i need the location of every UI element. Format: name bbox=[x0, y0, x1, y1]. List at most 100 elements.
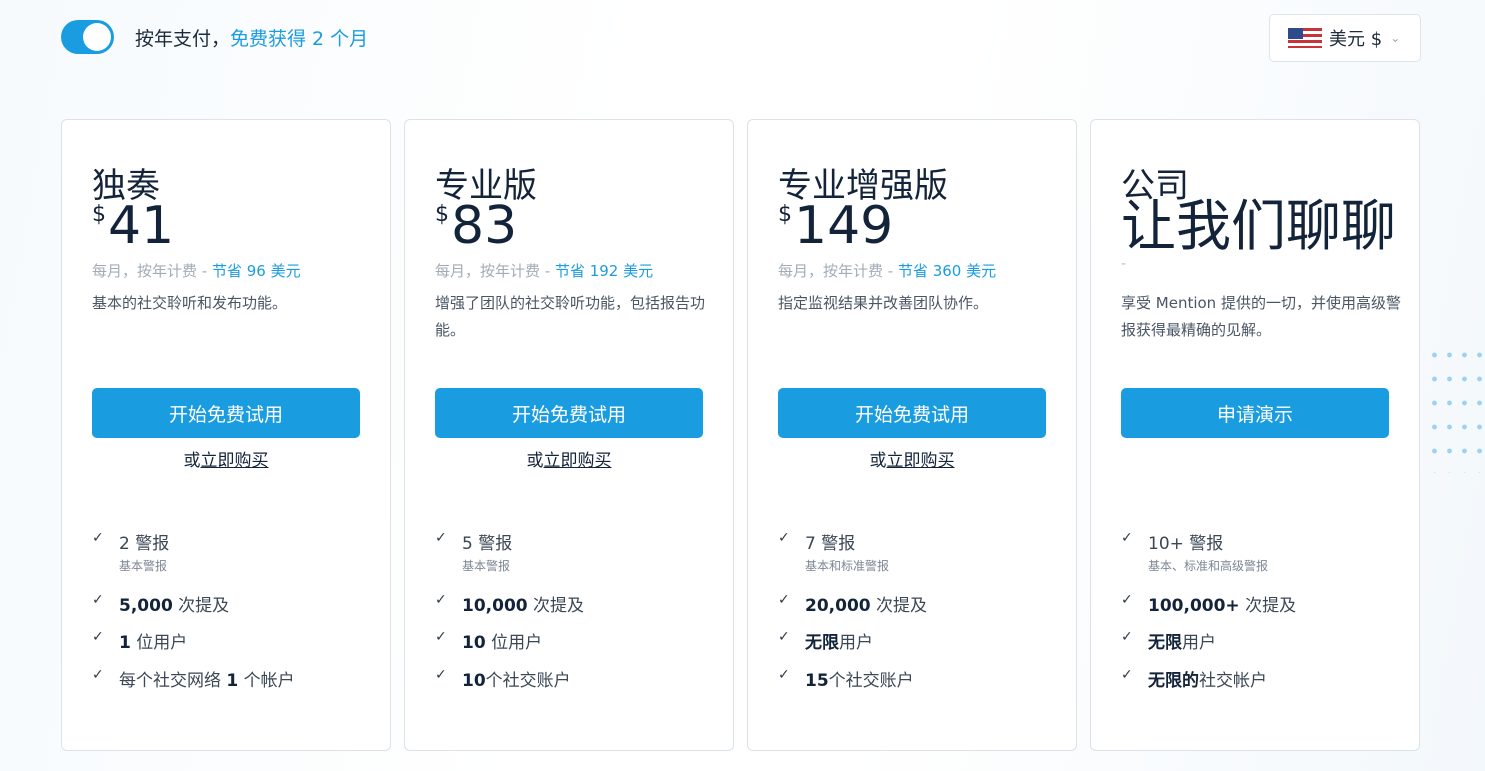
currency-symbol: $ bbox=[435, 202, 449, 227]
plan-price: $ 83 bbox=[435, 196, 517, 256]
check-icon: ✓ bbox=[778, 667, 790, 683]
decorative-dot-grid bbox=[1427, 343, 1485, 473]
feature-mentions: ✓ 20,000 次提及 bbox=[778, 591, 927, 616]
feature-alerts-sub: 基本警报 bbox=[119, 559, 168, 573]
feature-alerts-sub: 基本、标准和高级警报 bbox=[1148, 559, 1269, 573]
feature-social-accounts: ✓ 每个社交网络 1 个帐户 bbox=[92, 666, 295, 691]
feature-mentions-count: 10,000 bbox=[462, 596, 528, 616]
feature-social-accounts: ✓ 15个社交账户 bbox=[778, 666, 914, 691]
check-icon: ✓ bbox=[1121, 530, 1133, 546]
feature-social-label: 个帐户 bbox=[238, 671, 295, 691]
feature-users-count: 10 bbox=[462, 633, 486, 653]
billing-note-prefix: 每月，按年计费 - bbox=[92, 262, 212, 280]
billing-label-highlight: 免费获得 2 个月 bbox=[230, 27, 369, 50]
billing-note: 每月，按年计费 - 节省 360 美元 bbox=[778, 260, 996, 281]
feature-social-accounts: ✓ 无限的社交帐户 bbox=[1121, 666, 1267, 691]
plan-price: $ 149 bbox=[778, 196, 893, 256]
billing-label-prefix: 按年支付， bbox=[135, 27, 231, 50]
billing-note: 每月，按年计费 - 节省 192 美元 bbox=[435, 260, 653, 281]
check-icon: ✓ bbox=[435, 629, 447, 645]
us-flag-icon bbox=[1288, 28, 1322, 48]
check-icon: ✓ bbox=[92, 667, 104, 683]
feature-social-prefix: 每个社交网络 bbox=[119, 671, 227, 691]
feature-mentions-label: 次提及 bbox=[172, 596, 230, 616]
check-icon: ✓ bbox=[1121, 592, 1133, 608]
contact-sales-heading: 让我们聊聊 bbox=[1121, 194, 1397, 258]
check-icon: ✓ bbox=[1121, 629, 1133, 645]
feature-alerts-label: 7 警报 bbox=[805, 534, 856, 554]
feature-social-count: 10 bbox=[462, 671, 486, 691]
feature-alerts-label: 5 警报 bbox=[462, 534, 513, 554]
currency-symbol: $ bbox=[92, 202, 106, 227]
check-icon: ✓ bbox=[778, 592, 790, 608]
buy-prefix: 或 bbox=[869, 451, 887, 471]
plan-description: 指定监视结果并改善团队协作。 bbox=[778, 294, 989, 312]
feature-users-label: 位用户 bbox=[130, 633, 188, 653]
buy-now-link[interactable]: 立即购买 bbox=[544, 451, 612, 471]
feature-social-label: 个社交账户 bbox=[828, 671, 914, 691]
billing-toggle-bar: 按年支付，免费获得 2 个月 bbox=[61, 20, 368, 54]
feature-social-count: 无限的 bbox=[1148, 671, 1199, 691]
buy-now-line: 或立即购买 bbox=[748, 446, 1076, 471]
plan-description: 增强了团队的社交聆听功能，包括报告功能。 bbox=[435, 294, 706, 339]
billing-note-prefix: 每月，按年计费 - bbox=[778, 262, 898, 280]
price-amount: 149 bbox=[794, 196, 894, 256]
start-free-trial-button[interactable]: 开始免费试用 bbox=[435, 388, 703, 438]
feature-alerts-sub: 基本和标准警报 bbox=[805, 559, 890, 573]
billing-placeholder: - bbox=[1121, 256, 1127, 272]
buy-prefix: 或 bbox=[526, 451, 544, 471]
plan-card-company: 公司 让我们聊聊 - 享受 Mention 提供的一切，并使用高级警报获得最精确… bbox=[1090, 119, 1420, 751]
check-icon: ✓ bbox=[92, 629, 104, 645]
plan-card-solo: 独奏 $ 41 每月，按年计费 - 节省 96 美元 基本的社交聆听和发布功能。… bbox=[61, 119, 391, 751]
feature-users-label: 用户 bbox=[839, 633, 873, 653]
check-icon: ✓ bbox=[1121, 667, 1133, 683]
feature-mentions-count: 20,000 bbox=[805, 596, 871, 616]
feature-social-count: 15 bbox=[805, 671, 829, 691]
billing-savings: 节省 192 美元 bbox=[554, 262, 654, 280]
annual-billing-toggle[interactable] bbox=[61, 20, 114, 54]
feature-social-label: 个社交账户 bbox=[485, 671, 571, 691]
check-icon: ✓ bbox=[435, 530, 447, 546]
plan-description: 基本的社交聆听和发布功能。 bbox=[92, 294, 288, 312]
feature-users: ✓ 10 位用户 bbox=[435, 628, 542, 653]
price-amount: 41 bbox=[108, 196, 175, 256]
billing-savings: 节省 360 美元 bbox=[897, 262, 997, 280]
feature-alerts: ✓ 10+ 警报 基本、标准和高级警报 bbox=[1121, 529, 1268, 574]
feature-alerts: ✓ 7 警报 基本和标准警报 bbox=[778, 529, 889, 574]
feature-users-count: 无限 bbox=[1148, 633, 1182, 653]
feature-mentions-label: 次提及 bbox=[870, 596, 928, 616]
start-free-trial-button[interactable]: 开始免费试用 bbox=[92, 388, 360, 438]
plan-card-pro: 专业版 $ 83 每月，按年计费 - 节省 192 美元 增强了团队的社交聆听功… bbox=[404, 119, 734, 751]
currency-label: 美元 $ bbox=[1329, 29, 1383, 50]
feature-mentions-label: 次提及 bbox=[1239, 596, 1297, 616]
feature-users: ✓ 无限用户 bbox=[778, 628, 873, 653]
feature-mentions-label: 次提及 bbox=[527, 596, 585, 616]
toggle-knob bbox=[83, 23, 111, 51]
billing-savings: 节省 96 美元 bbox=[211, 262, 301, 280]
plan-card-pro-plus: 专业增强版 $ 149 每月，按年计费 - 节省 360 美元 指定监视结果并改… bbox=[747, 119, 1077, 751]
feature-mentions: ✓ 10,000 次提及 bbox=[435, 591, 584, 616]
buy-now-link[interactable]: 立即购买 bbox=[201, 451, 269, 471]
feature-users: ✓ 1 位用户 bbox=[92, 628, 187, 653]
buy-prefix: 或 bbox=[183, 451, 201, 471]
feature-mentions-count: 100,000+ bbox=[1148, 596, 1240, 616]
feature-social-accounts: ✓ 10个社交账户 bbox=[435, 666, 571, 691]
feature-users-count: 无限 bbox=[805, 633, 839, 653]
feature-alerts-label: 10+ 警报 bbox=[1148, 534, 1224, 554]
start-free-trial-button[interactable]: 开始免费试用 bbox=[778, 388, 1046, 438]
feature-users-label: 用户 bbox=[1182, 633, 1216, 653]
feature-alerts-label: 2 警报 bbox=[119, 534, 170, 554]
plan-description: 享受 Mention 提供的一切，并使用高级警报获得最精确的见解。 bbox=[1121, 294, 1401, 339]
feature-alerts: ✓ 5 警报 基本警报 bbox=[435, 529, 512, 574]
price-amount: 83 bbox=[451, 196, 518, 256]
currency-selector[interactable]: 美元 $ ⌄ bbox=[1269, 14, 1421, 62]
feature-alerts: ✓ 2 警报 基本警报 bbox=[92, 529, 169, 574]
request-demo-button[interactable]: 申请演示 bbox=[1121, 388, 1389, 438]
currency-symbol: $ bbox=[778, 202, 792, 227]
buy-now-link[interactable]: 立即购买 bbox=[887, 451, 955, 471]
feature-users-label: 位用户 bbox=[485, 633, 543, 653]
check-icon: ✓ bbox=[778, 629, 790, 645]
feature-users: ✓ 无限用户 bbox=[1121, 628, 1216, 653]
feature-mentions: ✓ 5,000 次提及 bbox=[92, 591, 229, 616]
plan-price: $ 41 bbox=[92, 196, 174, 256]
